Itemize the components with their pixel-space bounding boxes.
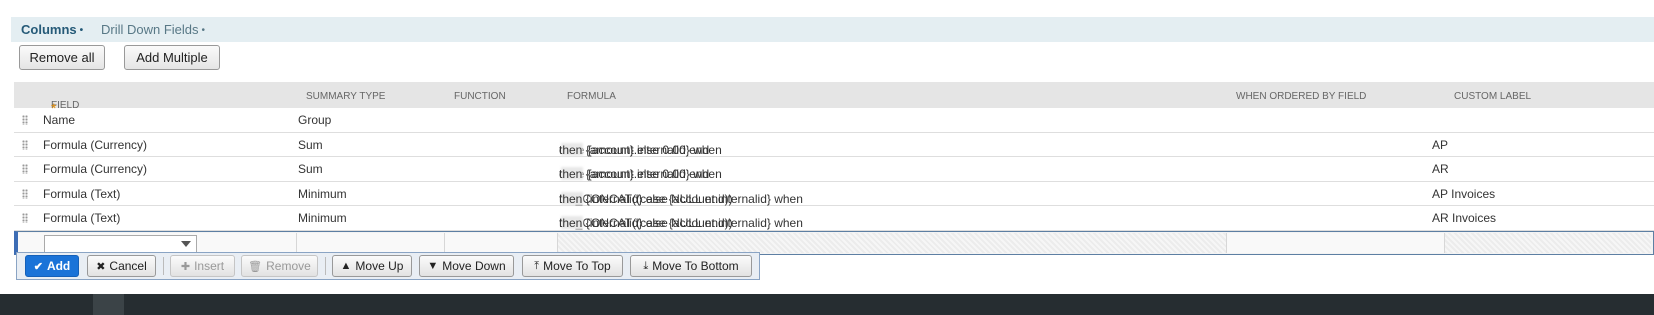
edit-cell-formula (558, 232, 1227, 253)
columns-grid: Field * Summary Type Function Formula Whe… (14, 82, 1654, 255)
separator (325, 257, 326, 275)
insert-label: Insert (194, 259, 225, 273)
formula-part: then {amount} else 0.00 end (559, 142, 710, 157)
table-row[interactable]: Formula (Currency) Sum case {account.int… (14, 133, 1654, 157)
separator (163, 257, 164, 275)
page-footer-bar (0, 294, 1654, 315)
formula-part: then {internalid} else NULL end)) (559, 216, 733, 230)
cell-field: Formula (Text) (43, 186, 121, 201)
arrow-up-icon: ▲ (340, 260, 352, 272)
cell-summary-type: Sum (298, 162, 323, 176)
header-formula[interactable]: Formula (567, 91, 616, 102)
table-row[interactable]: Formula (Text) Minimum NS_CONCAT((case {… (14, 206, 1654, 231)
edit-cell-field (18, 232, 297, 253)
cell-summary-type: Group (298, 113, 332, 127)
header-when-ordered[interactable]: When Ordered By Field (1236, 91, 1366, 102)
drag-handle-icon[interactable] (22, 115, 28, 125)
header-function[interactable]: Function (454, 91, 506, 102)
close-icon: ✖ (96, 260, 106, 273)
move-up-button[interactable]: ▲ Move Up (332, 255, 412, 277)
trash-icon: 🗑 (248, 260, 263, 273)
add-multiple-button[interactable]: Add Multiple (124, 45, 220, 70)
drag-handle-icon[interactable] (22, 139, 28, 150)
tab-columns[interactable]: Columns • (21, 22, 83, 37)
subtab-bar: Columns • Drill Down Fields • (11, 17, 1654, 42)
cell-summary-type: Minimum (298, 186, 347, 201)
edit-cell-when-ordered[interactable] (1227, 232, 1445, 253)
move-to-top-label: Move To Top (543, 259, 611, 273)
add-button[interactable]: ✔ Add (25, 255, 79, 277)
drag-handle-icon[interactable] (22, 164, 28, 174)
cell-custom-label: AP (1432, 137, 1449, 152)
insert-button[interactable]: ✚ Insert (170, 255, 235, 277)
columns-panel: Remove all Add Multiple Field * Summary T… (11, 42, 1654, 303)
tab-drill-down-label: Drill Down Fields (101, 22, 199, 37)
drag-handle-icon[interactable] (22, 188, 28, 199)
move-to-top-button[interactable]: ⤒ Move To Top (522, 255, 623, 277)
table-row[interactable]: Formula (Text) Minimum NS_CONCAT((case {… (14, 182, 1654, 206)
edit-cell-function[interactable] (445, 232, 558, 253)
check-icon: ✔ (33, 260, 43, 273)
cell-custom-label: AP Invoices (1432, 186, 1496, 201)
tab-columns-label: Columns (21, 22, 77, 37)
edit-cell-summary-type[interactable] (297, 232, 445, 253)
header-custom-label[interactable]: Custom Label (1454, 91, 1531, 102)
add-label: Add (46, 259, 71, 273)
cell-field: Formula (Currency) (43, 162, 148, 176)
plus-icon: ✚ (180, 260, 191, 273)
cell-custom-label: AR Invoices (1432, 211, 1497, 225)
field-select[interactable] (44, 234, 197, 253)
formula-part: then {internalid} else NULL end)) (559, 191, 733, 206)
row-action-bar: ✔ Add ✖ Cancel ✚ Insert 🗑 Remove ▲ Move Up ▼ M… (16, 252, 760, 280)
move-to-bottom-label: Move To Bottom (652, 259, 739, 273)
formula-part: then {amount} else 0.00 end (559, 167, 710, 181)
footer-tile (93, 294, 124, 315)
move-to-bottom-button[interactable]: ⤓ Move To Bottom (630, 255, 752, 277)
header-summary-type[interactable]: Summary Type (306, 91, 385, 102)
tab-drill-down-fields[interactable]: Drill Down Fields • (101, 22, 205, 37)
arrow-down-icon: ▼ (427, 260, 439, 272)
chevron-down-icon (181, 240, 191, 247)
cell-field: Formula (Text) (43, 211, 121, 225)
tab-indicator-dot: • (79, 25, 84, 36)
remove-label: Remove (266, 259, 311, 273)
grid-header: Field * Summary Type Function Formula Whe… (14, 82, 1654, 116)
cell-field: Name (43, 113, 76, 127)
new-row-editor[interactable] (14, 230, 1654, 255)
arrow-to-bottom-icon: ⤓ (643, 259, 649, 272)
remove-all-button[interactable]: Remove all (19, 45, 105, 70)
drag-handle-icon[interactable] (22, 213, 28, 223)
move-down-label: Move Down (442, 259, 506, 273)
cell-summary-type: Sum (298, 137, 323, 152)
move-down-button[interactable]: ▼ Move Down (419, 255, 514, 277)
remove-button[interactable]: 🗑 Remove (241, 255, 318, 277)
cell-field: Formula (Currency) (43, 137, 148, 152)
arrow-to-top-icon: ⤒ (534, 259, 540, 272)
cell-custom-label: AR (1432, 162, 1449, 176)
edit-cell-custom-label (1445, 232, 1651, 253)
move-up-label: Move Up (355, 259, 404, 273)
cancel-label: Cancel (109, 259, 147, 273)
cancel-button[interactable]: ✖ Cancel (87, 255, 156, 277)
tab-indicator-dot: • (201, 25, 206, 36)
table-row[interactable]: Name Group (14, 108, 1654, 133)
cell-summary-type: Minimum (298, 211, 347, 225)
table-row[interactable]: Formula (Currency) Sum case {account.int… (14, 157, 1654, 182)
